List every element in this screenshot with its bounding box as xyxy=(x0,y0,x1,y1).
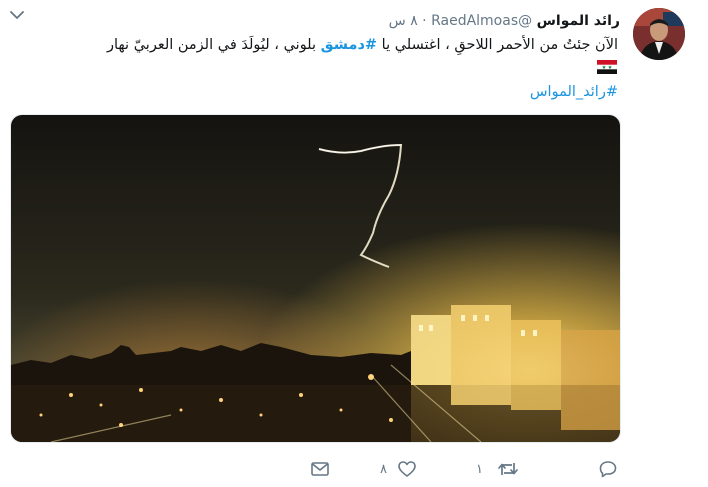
night-sky-photo xyxy=(11,115,620,442)
reply-action[interactable] xyxy=(598,458,618,480)
envelope-icon xyxy=(311,462,329,476)
hashtag-raed-almoas[interactable]: #رائد_المواس xyxy=(530,84,618,100)
syria-flag-icon xyxy=(597,60,617,74)
retweet-icon xyxy=(498,463,518,475)
tweet-text-part1: الآن جئتُ من الأحمر اللاحقِ ، اغتسلي يا xyxy=(377,37,618,53)
retweet-action[interactable]: ١ xyxy=(476,458,519,480)
like-action[interactable]: ٨ xyxy=(380,458,417,480)
tweet-text: الآن جئتُ من الأحمر اللاحقِ ، اغتسلي يا … xyxy=(18,34,618,56)
tweet-actions: ١ ٨ xyxy=(0,458,708,482)
chevron-down-icon[interactable] xyxy=(10,10,24,20)
user-handle[interactable]: @RaedAlmoas xyxy=(431,13,532,29)
tweet-text-part2: بلوني ، ليُولَدَ في الزمن العربيّ نهار xyxy=(106,37,321,53)
display-name[interactable]: رائد المواس xyxy=(537,13,620,29)
timestamp[interactable]: · ٨ س xyxy=(389,13,427,29)
retweet-count: ١ xyxy=(476,461,483,477)
like-count: ٨ xyxy=(380,461,387,477)
heart-icon xyxy=(398,461,416,477)
reply-icon xyxy=(599,461,617,478)
tweet-card: رائد المواس @RaedAlmoas · ٨ س الآن جئتُ … xyxy=(0,0,708,487)
tweet-header: رائد المواس @RaedAlmoas · ٨ س xyxy=(389,12,620,30)
hashtag-damascus[interactable]: #دمشق xyxy=(321,37,377,53)
tweet-photo[interactable] xyxy=(10,114,621,443)
avatar[interactable] xyxy=(633,8,685,60)
footer-hashtag-line: #رائد_المواس xyxy=(530,82,618,102)
direct-message-action[interactable] xyxy=(310,458,330,480)
